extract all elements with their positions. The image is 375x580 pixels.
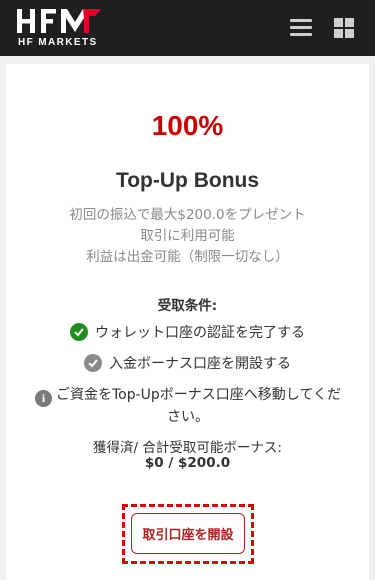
hfm-logo-mark (17, 9, 101, 33)
grid-apps-icon[interactable] (332, 16, 356, 40)
check-circle-icon (84, 354, 102, 372)
bonus-description-line: 取引に利用可能 (140, 228, 235, 244)
earned-bonus-label: 獲得済/ 合計受取可能ボーナス: (93, 440, 282, 456)
condition-text: ウォレット口座の認証を完了する (95, 325, 305, 341)
bonus-description-line: 利益は出金可能（制限一切なし） (86, 249, 289, 265)
top-header: HF MARKETS (0, 0, 375, 56)
condition-item-wallet-verify: ウォレット口座の認証を完了する (0, 322, 375, 342)
hfm-logo[interactable]: HF MARKETS (17, 8, 107, 50)
conditions-label: 受取条件: (157, 298, 218, 314)
info-text: ご資金をTop-Upボーナス口座へ移動してください。 (56, 387, 341, 425)
info-message: i ご資金をTop-Upボーナス口座へ移動してください。 (33, 385, 343, 427)
logo-subtext: HF MARKETS (18, 37, 98, 48)
info-icon: i (35, 390, 52, 407)
hamburger-menu-icon[interactable] (287, 16, 315, 40)
bonus-description-line: 初回の振込で最大$200.0をプレゼント (69, 207, 306, 223)
condition-item-open-account: 入金ボーナス口座を開設する (0, 353, 375, 373)
bonus-percent: 100% (151, 110, 224, 141)
condition-text: 入金ボーナス口座を開設する (109, 356, 291, 372)
earned-bonus-value: $0 / $200.0 (144, 455, 231, 471)
bonus-title: Top-Up Bonus (115, 169, 260, 192)
check-circle-icon (70, 323, 88, 341)
open-trading-account-button[interactable]: 取引口座を開設 (131, 513, 245, 554)
